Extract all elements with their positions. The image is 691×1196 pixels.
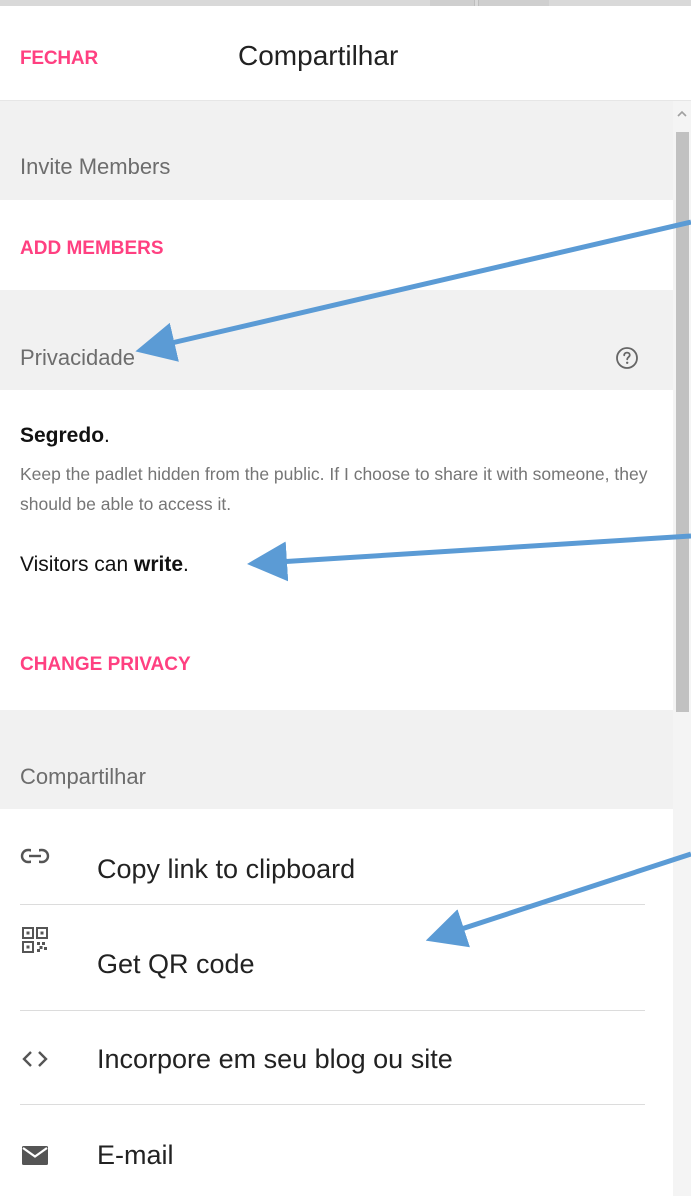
privacy-section-header: Privacidade: [0, 290, 673, 390]
scroll-up-arrow-icon[interactable]: [676, 108, 688, 120]
visitor-permission-prefix: Visitors can: [20, 553, 134, 576]
share-panel-header: FECHAR Compartilhar: [0, 6, 691, 101]
add-members-button[interactable]: ADD MEMBERS: [20, 238, 164, 260]
privacy-level-text: Segredo.: [20, 424, 110, 448]
privacy-description: Keep the padlet hidden from the public. …: [20, 464, 648, 514]
visitor-permission-suffix: .: [183, 553, 189, 576]
help-icon[interactable]: [615, 346, 639, 370]
panel-title: Compartilhar: [238, 40, 399, 71]
share-section-header: Compartilhar: [0, 710, 673, 809]
section-label: Compartilhar: [20, 764, 146, 789]
invite-members-section-header: Invite Members: [0, 101, 673, 200]
link-icon: [20, 848, 50, 864]
privacy-level-name: Segredo: [20, 424, 105, 447]
qr-code-item[interactable]: Get QR code: [0, 905, 673, 998]
embed-code-icon: [22, 1051, 48, 1067]
embed-label: Incorpore em seu blog ou site: [97, 1044, 453, 1074]
share-panel-content[interactable]: Invite Members ADD MEMBERS Privacidade S…: [0, 101, 691, 1196]
close-button[interactable]: FECHAR: [20, 48, 98, 70]
section-label: Privacidade: [20, 345, 135, 370]
section-label: Invite Members: [20, 154, 171, 179]
copy-link-label: Copy link to clipboard: [97, 854, 356, 884]
visitor-permission-text: Visitors can write.: [20, 553, 189, 577]
email-item[interactable]: E-mail: [0, 1105, 673, 1196]
visitor-permission-value: write: [134, 553, 184, 576]
change-privacy-button[interactable]: CHANGE PRIVACY: [20, 654, 191, 676]
embed-item[interactable]: Incorpore em seu blog ou site: [0, 1011, 673, 1104]
mail-icon: [22, 1146, 48, 1165]
email-label: E-mail: [97, 1140, 174, 1170]
qr-code-label: Get QR code: [97, 949, 255, 979]
copy-link-item[interactable]: Copy link to clipboard: [0, 810, 673, 903]
privacy-level-suffix: .: [104, 424, 110, 447]
scrollbar-thumb[interactable]: [676, 132, 689, 712]
qr-code-icon: [22, 927, 48, 953]
